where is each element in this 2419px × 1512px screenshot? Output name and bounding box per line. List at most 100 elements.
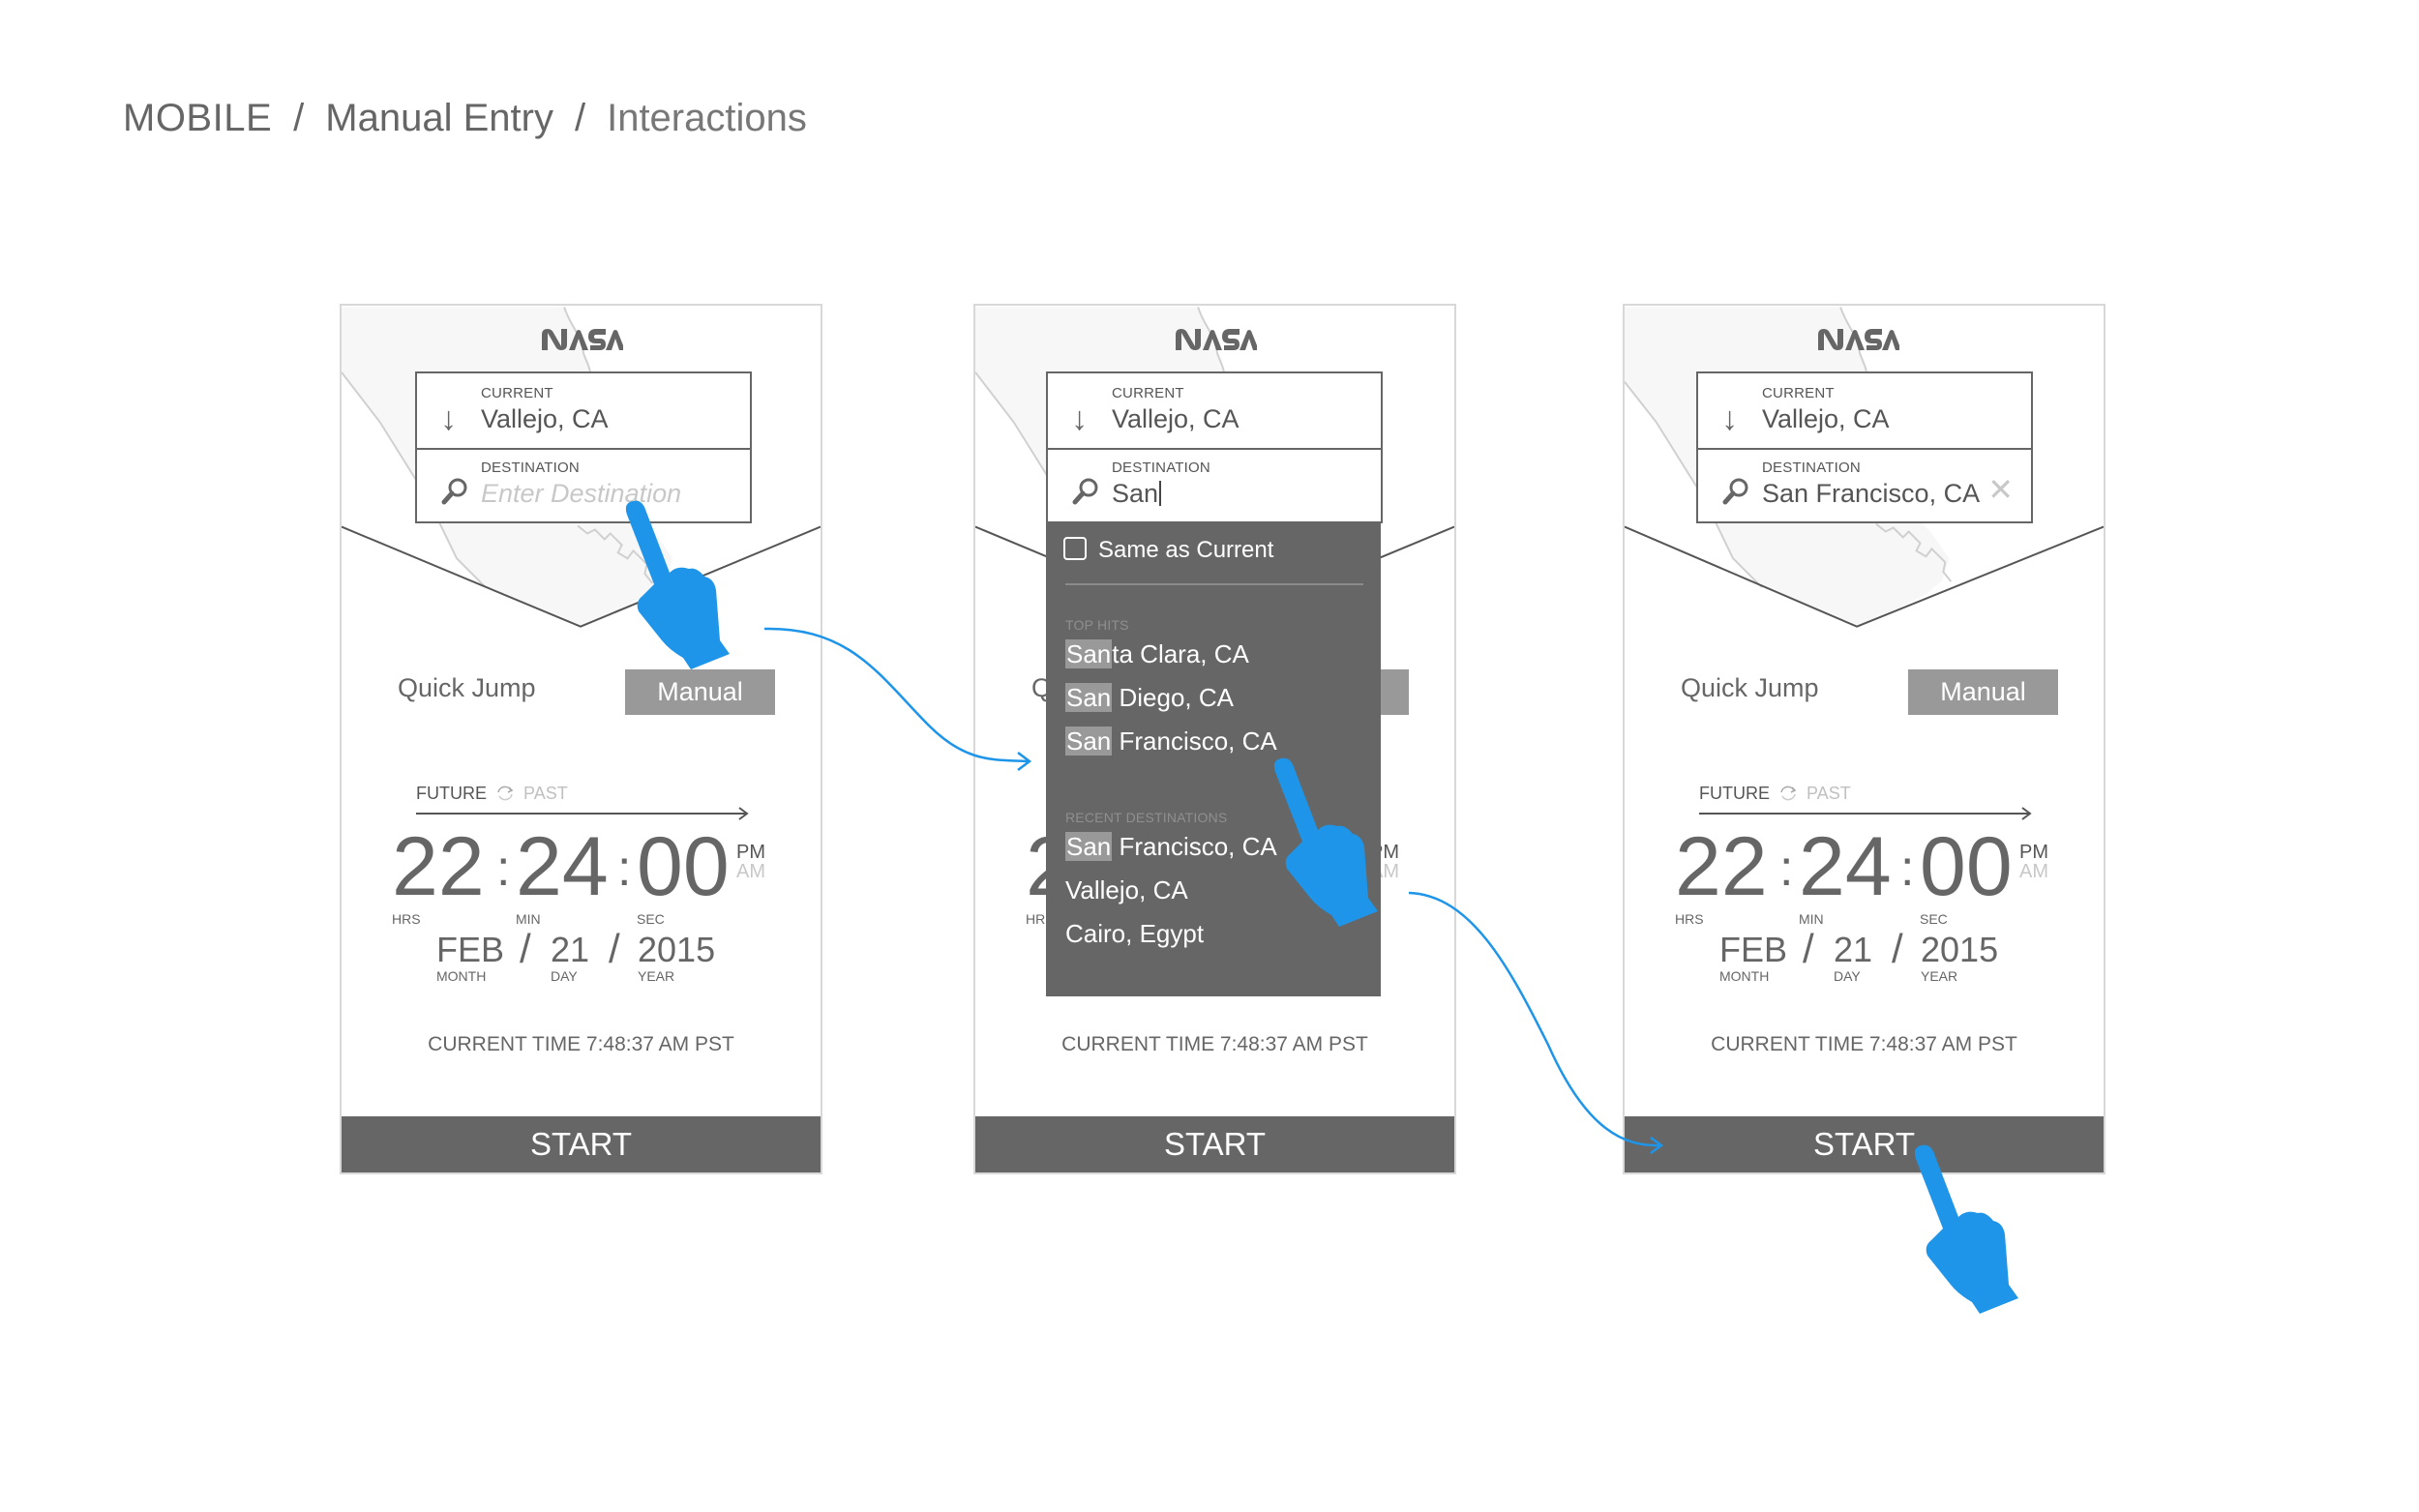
month-value[interactable]: FEB	[436, 930, 504, 970]
day-value[interactable]: 21	[1834, 930, 1872, 970]
suggestion-item[interactable]: San Diego, CA	[1065, 683, 1234, 713]
current-label: CURRENT	[481, 385, 553, 401]
nasa-logo	[1625, 327, 2090, 357]
current-time: CURRENT TIME 7:48:37 AM PST	[1711, 1033, 2017, 1055]
breadcrumb: MOBILE / Manual Entry / Interactions	[123, 97, 807, 140]
destination-field[interactable]: DESTINATION San	[1048, 448, 1381, 522]
direction-toggle[interactable]: FUTURE PAST	[416, 784, 568, 804]
hours-label: HRS	[392, 911, 421, 927]
minutes-label: MIN	[516, 911, 541, 927]
future-label: FUTURE	[1699, 784, 1770, 803]
hours-value[interactable]: 22	[392, 818, 485, 915]
current-time: CURRENT TIME 7:48:37 AM PST	[428, 1033, 734, 1055]
nasa-logo	[342, 327, 821, 357]
recent-text: Cairo, Egypt	[1065, 919, 1205, 948]
start-button[interactable]: START	[1625, 1116, 2104, 1172]
breadcrumb-item-manual-entry: Manual Entry	[325, 97, 553, 139]
phone-screen-1: ↓ CURRENT Vallejo, CA DESTINATION Enter …	[340, 304, 822, 1174]
destination-input[interactable]: San	[1112, 479, 1162, 509]
day-value[interactable]: 21	[551, 930, 589, 970]
current-label: CURRENT	[1112, 385, 1184, 401]
location-input-box: ↓ CURRENT Vallejo, CA DESTINATION San	[1046, 371, 1383, 523]
hours-value[interactable]: 22	[1675, 818, 1768, 915]
phone-screen-3: ↓ CURRENT Vallejo, CA DESTINATION San Fr…	[1623, 304, 2105, 1174]
destination-input[interactable]: San Francisco, CA	[1762, 479, 1980, 509]
sync-icon[interactable]	[495, 785, 515, 802]
date-separator: /	[1892, 926, 1903, 971]
match-highlight: San	[1065, 726, 1113, 756]
text-cursor	[1159, 481, 1162, 506]
sync-icon[interactable]	[1778, 785, 1798, 802]
breadcrumb-separator: /	[293, 97, 305, 139]
time-display: 22 : 24 : 00 HRS MIN SEC PM AM	[392, 818, 798, 927]
manual-button[interactable]: Manual	[625, 669, 775, 715]
future-label: FUTURE	[416, 784, 487, 803]
colon: :	[617, 841, 632, 897]
manual-button[interactable]: Manual	[1908, 669, 2058, 715]
month-value[interactable]: FEB	[1719, 930, 1787, 970]
current-label: CURRENT	[1762, 385, 1835, 401]
same-as-current-option[interactable]: Same as Current	[1063, 537, 1273, 564]
recent-item[interactable]: Vallejo, CA	[1065, 875, 1188, 905]
minutes-value[interactable]: 24	[1799, 818, 1892, 915]
current-value: Vallejo, CA	[1112, 404, 1239, 433]
match-highlight: San	[1065, 832, 1113, 861]
suggestion-item[interactable]: San Francisco, CA	[1065, 726, 1277, 756]
match-highlight: San	[1065, 639, 1113, 668]
recent-text: Francisco, CA	[1112, 832, 1277, 861]
seconds-value[interactable]: 00	[1920, 818, 2013, 915]
quick-jump-option[interactable]: Quick Jump	[398, 673, 536, 703]
suggestion-item[interactable]: Santa Clara, CA	[1065, 639, 1249, 669]
current-location-field[interactable]: ↓ CURRENT Vallejo, CA	[417, 373, 750, 450]
destination-input[interactable]: Enter Destination	[481, 479, 681, 509]
current-location-field[interactable]: ↓ CURRENT Vallejo, CA	[1048, 373, 1381, 450]
breadcrumb-item-interactions: Interactions	[607, 97, 807, 139]
arrow-down-icon: ↓	[440, 400, 457, 437]
breadcrumb-item-mobile: MOBILE	[123, 97, 273, 139]
past-label: PAST	[523, 784, 568, 803]
seconds-label: SEC	[637, 911, 665, 927]
colon: :	[1900, 841, 1915, 897]
colon: :	[1779, 841, 1794, 897]
date-display: FEB / 21 / 2015 MONTH DAY YEAR	[342, 926, 821, 997]
am-toggle[interactable]: AM	[2019, 861, 2048, 883]
nasa-logo	[975, 327, 1454, 357]
breadcrumb-separator: /	[574, 97, 586, 139]
checkbox[interactable]	[1063, 537, 1087, 560]
year-value[interactable]: 2015	[638, 930, 715, 970]
day-label: DAY	[551, 968, 578, 984]
destination-label: DESTINATION	[1762, 460, 1861, 476]
match-highlight: San	[1065, 683, 1113, 712]
suggestion-text: Francisco, CA	[1112, 726, 1277, 756]
recent-item[interactable]: Cairo, Egypt	[1065, 919, 1204, 949]
minutes-value[interactable]: 24	[516, 818, 609, 915]
date-separator: /	[609, 926, 620, 971]
start-button[interactable]: START	[975, 1116, 1454, 1172]
hours-label: HRS	[1675, 911, 1704, 927]
search-icon	[1071, 477, 1100, 512]
recent-item[interactable]: San Francisco, CA	[1065, 832, 1277, 862]
arrow-down-icon: ↓	[1721, 400, 1738, 437]
quick-jump-option[interactable]: Quick Jump	[1681, 673, 1819, 703]
am-toggle[interactable]: AM	[736, 861, 765, 883]
time-display: 22 : 24 : 00 HRS MIN SEC PM AM	[1675, 818, 2081, 927]
month-label: MONTH	[1719, 968, 1770, 984]
suggestion-text: ta Clara, CA	[1112, 639, 1249, 668]
current-location-field[interactable]: ↓ CURRENT Vallejo, CA	[1698, 373, 2031, 450]
seconds-value[interactable]: 00	[637, 818, 730, 915]
destination-label: DESTINATION	[481, 460, 580, 476]
destination-field[interactable]: DESTINATION San Francisco, CA ✕	[1698, 448, 2031, 522]
date-separator: /	[1803, 926, 1814, 971]
destination-field[interactable]: DESTINATION Enter Destination	[417, 448, 750, 522]
recent-destinations-header: RECENT DESTINATIONS	[1065, 810, 1228, 825]
seconds-label: SEC	[1920, 911, 1948, 927]
date-separator: /	[520, 926, 531, 971]
location-input-box: ↓ CURRENT Vallejo, CA DESTINATION San Fr…	[1696, 371, 2033, 523]
direction-toggle[interactable]: FUTURE PAST	[1699, 784, 1851, 804]
year-value[interactable]: 2015	[1921, 930, 1998, 970]
date-display: FEB / 21 / 2015 MONTH DAY YEAR	[1625, 926, 2104, 997]
minutes-label: MIN	[1799, 911, 1824, 927]
start-button[interactable]: START	[342, 1116, 821, 1172]
phone-screen-2: Quick Jump Manual 22 HRS PM AM CURRENT T…	[973, 304, 1456, 1174]
close-icon[interactable]: ✕	[1987, 474, 2014, 505]
